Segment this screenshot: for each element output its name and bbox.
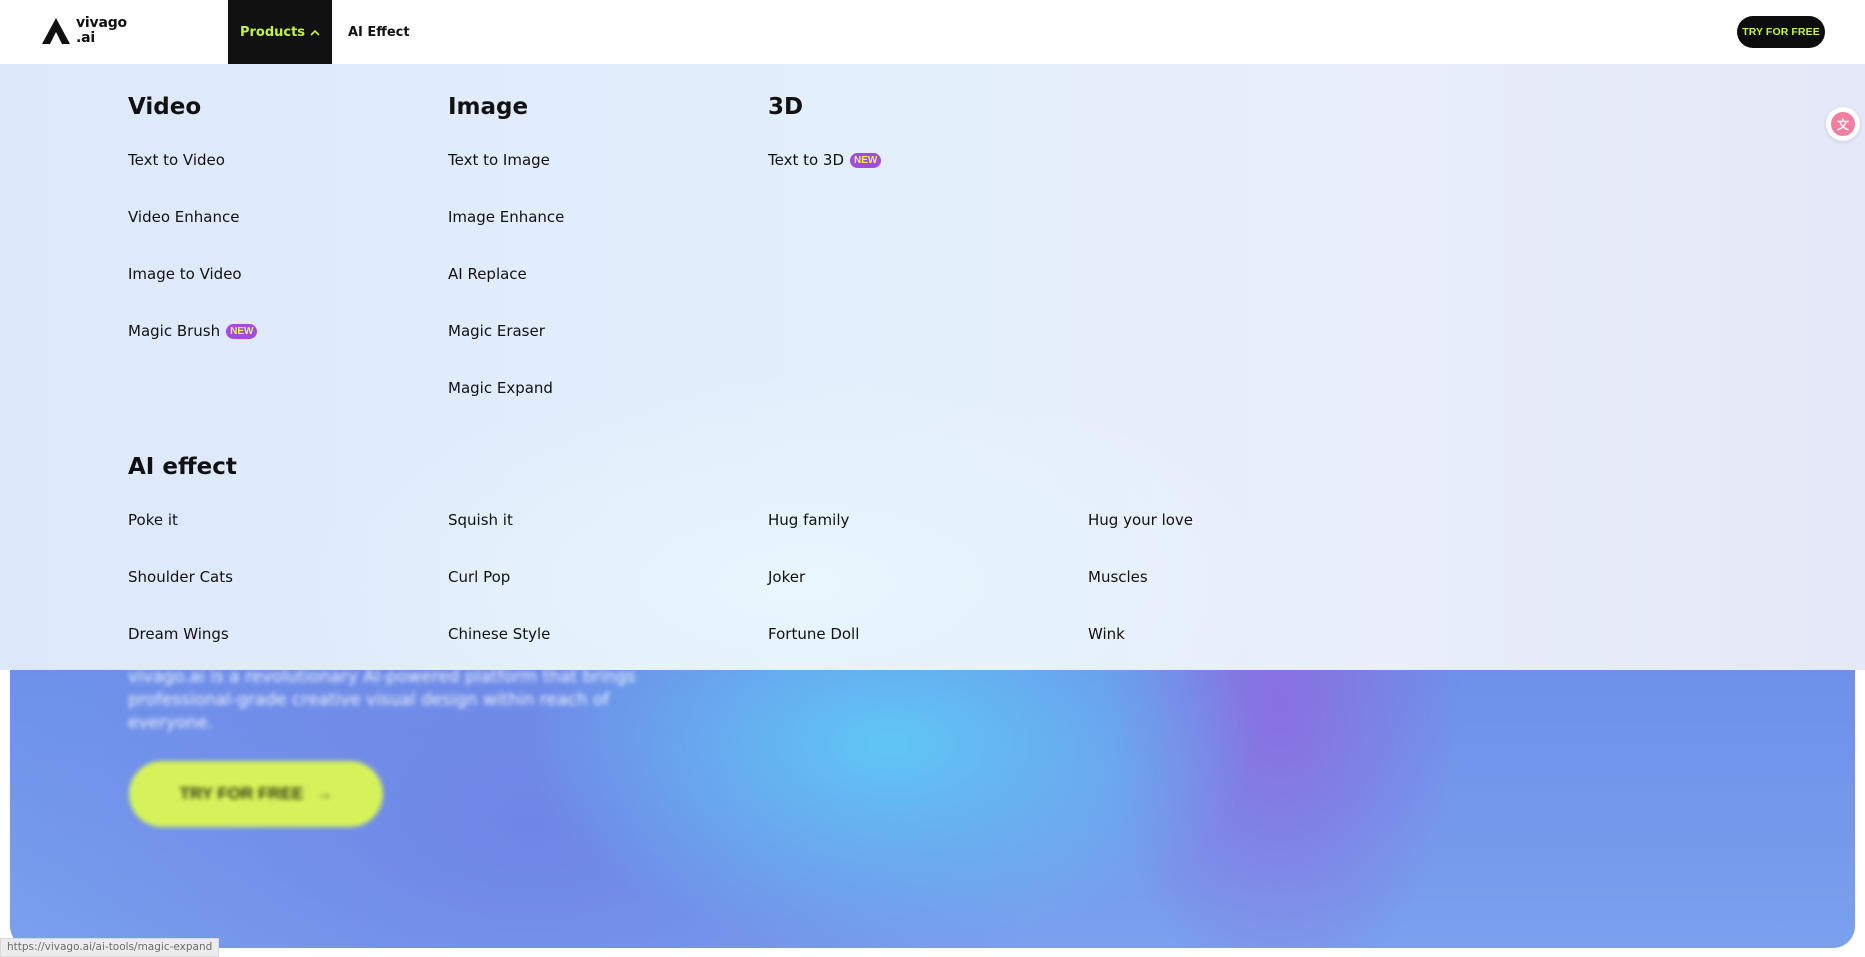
menu-item-poke-it[interactable]: Poke it (128, 511, 178, 529)
menu-item-curl-pop[interactable]: Curl Pop (448, 568, 510, 586)
menu-item-label: Curl Pop (448, 568, 511, 586)
chevron-up-icon (310, 29, 320, 36)
menu-item-fortune-doll[interactable]: Fortune Doll (768, 625, 859, 643)
menu-item-label: Squish it (448, 511, 513, 529)
translate-icon: 文 (1831, 112, 1855, 136)
menu-item-label: Image Enhance (448, 208, 565, 226)
menu-item-label: Text to Video (128, 151, 225, 169)
menu-item-label: Shoulder Cats (128, 568, 233, 586)
menu-item-label: Image to Video (128, 265, 242, 283)
logo-line-1: vivago (76, 15, 127, 31)
products-mega-menu: Video Text to Video Video Enhance Image … (0, 64, 1865, 670)
vivago-logo-icon (42, 18, 70, 44)
menu-item-squish-it[interactable]: Squish it (448, 511, 513, 529)
menu-item-joker[interactable]: Joker (768, 568, 805, 586)
section-title-3d: 3D (768, 94, 804, 120)
top-navbar: vivago .ai Products AI Effect TRY FOR FR… (0, 0, 1865, 64)
logo-text: vivago .ai (76, 16, 127, 46)
menu-item-label: Poke it (128, 511, 178, 529)
menu-item-text-to-3d[interactable]: Text to 3D NEW (768, 151, 882, 169)
translate-button[interactable]: 文 (1826, 107, 1860, 141)
section-title-image: Image (448, 94, 529, 120)
logo-line-2: .ai (76, 30, 95, 46)
menu-item-label: Magic Brush (128, 322, 221, 340)
menu-item-wink[interactable]: Wink (1088, 625, 1125, 643)
section-title-ai-effect: AI effect (128, 454, 237, 480)
status-bar-url: https://vivago.ai/ai-tools/magic-expand (0, 938, 220, 957)
menu-item-magic-eraser[interactable]: Magic Eraser (448, 322, 545, 340)
hero-try-label: TRY FOR FREE (179, 784, 304, 803)
menu-item-label: Fortune Doll (768, 625, 860, 643)
menu-item-label: AI Replace (448, 265, 527, 283)
menu-item-label: Text to 3D (768, 151, 845, 169)
menu-item-label: Joker (768, 568, 806, 586)
menu-item-video-enhance[interactable]: Video Enhance (128, 208, 239, 226)
menu-item-hug-family[interactable]: Hug family (768, 511, 849, 529)
hero-try-button[interactable]: TRY FOR FREE → (129, 761, 383, 827)
nav-products-label: Products (239, 24, 306, 40)
menu-item-ai-replace[interactable]: AI Replace (448, 265, 527, 283)
menu-item-magic-expand[interactable]: Magic Expand (448, 379, 553, 397)
menu-item-muscles[interactable]: Muscles (1088, 568, 1148, 586)
menu-item-label: Magic Expand (448, 379, 553, 397)
arrow-right-icon: → (315, 784, 333, 803)
section-title-video: Video (128, 94, 202, 120)
try-for-free-button[interactable]: TRY FOR FREE (1737, 16, 1825, 48)
nav-products[interactable]: Products (228, 0, 332, 64)
menu-item-label: Hug your love (1088, 511, 1194, 529)
menu-item-image-to-video[interactable]: Image to Video (128, 265, 242, 283)
new-badge: NEW (226, 323, 258, 339)
menu-item-magic-brush[interactable]: Magic Brush NEW (128, 322, 258, 340)
menu-item-label: Dream Wings (128, 625, 229, 643)
menu-item-label: Video Enhance (128, 208, 240, 226)
menu-item-dream-wings[interactable]: Dream Wings (128, 625, 229, 643)
menu-item-label: Magic Eraser (448, 322, 545, 340)
new-badge: NEW (850, 152, 882, 168)
menu-item-label: Hug family (768, 511, 850, 529)
menu-item-chinese-style[interactable]: Chinese Style (448, 625, 550, 643)
menu-item-label: Muscles (1088, 568, 1148, 586)
menu-item-hug-your-love[interactable]: Hug your love (1088, 511, 1193, 529)
hero-description: vivago.ai is a revolutionary AI-powered … (128, 667, 636, 733)
menu-item-image-enhance[interactable]: Image Enhance (448, 208, 564, 226)
menu-item-label: Text to Image (448, 151, 550, 169)
menu-item-text-to-image[interactable]: Text to Image (448, 151, 550, 169)
logo[interactable]: vivago .ai (40, 14, 127, 48)
menu-item-label: Chinese Style (448, 625, 551, 643)
nav-ai-effect[interactable]: AI Effect (348, 0, 410, 64)
menu-item-shoulder-cats[interactable]: Shoulder Cats (128, 568, 233, 586)
menu-item-label: Wink (1088, 625, 1125, 643)
menu-item-text-to-video[interactable]: Text to Video (128, 151, 225, 169)
